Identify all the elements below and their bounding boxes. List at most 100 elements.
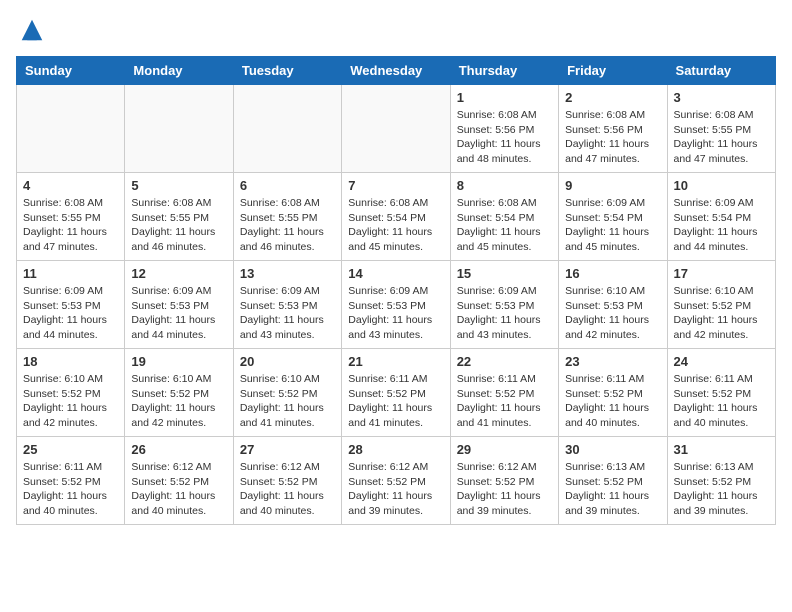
cell-info: Sunrise: 6:11 AMSunset: 5:52 PMDaylight:… [674, 372, 769, 431]
calendar-cell-16: 16Sunrise: 6:10 AMSunset: 5:53 PMDayligh… [559, 261, 667, 349]
calendar-cell-7: 7Sunrise: 6:08 AMSunset: 5:54 PMDaylight… [342, 173, 450, 261]
calendar-week-2: 4 Sunrise: 6:08 AMSunset: 5:55 PMDaylight… [17, 173, 776, 261]
calendar-cell-1: 1 Sunrise: 6:08 AMSunset: 5:56 PMDaylight… [450, 85, 558, 173]
weekday-header-wednesday: Wednesday [342, 57, 450, 85]
calendar-week-1: 1 Sunrise: 6:08 AMSunset: 5:56 PMDaylight… [17, 85, 776, 173]
calendar-week-4: 18 Sunrise: 6:10 AMSunset: 5:52 PMDayligh… [17, 349, 776, 437]
cell-info: Sunrise: 6:10 AMSunset: 5:52 PMDaylight:… [131, 372, 226, 431]
day-number: 23 [565, 354, 660, 369]
calendar-cell-2: 2 Sunrise: 6:08 AMSunset: 5:56 PMDaylight… [559, 85, 667, 173]
calendar-cell-4: 4 Sunrise: 6:08 AMSunset: 5:55 PMDaylight… [17, 173, 125, 261]
day-number: 14 [348, 266, 443, 281]
day-number: 31 [674, 442, 769, 457]
calendar-cell-20: 20 Sunrise: 6:10 AMSunset: 5:52 PMDayligh… [233, 349, 341, 437]
calendar-cell-11: 11 Sunrise: 6:09 AMSunset: 5:53 PMDayligh… [17, 261, 125, 349]
day-number: 4 [23, 178, 118, 193]
calendar-cell-3: 3 Sunrise: 6:08 AMSunset: 5:55 PMDaylight… [667, 85, 775, 173]
cell-info: Sunrise: 6:12 AMSunset: 5:52 PMDaylight:… [131, 460, 226, 519]
cell-info: Sunrise: 6:11 AMSunset: 5:52 PMDaylight:… [348, 372, 443, 431]
calendar-cell-empty-0 [17, 85, 125, 173]
calendar-cell-19: 19 Sunrise: 6:10 AMSunset: 5:52 PMDayligh… [125, 349, 233, 437]
calendar-body: 1 Sunrise: 6:08 AMSunset: 5:56 PMDaylight… [17, 85, 776, 525]
cell-info: Sunrise: 6:12 AMSunset: 5:52 PMDaylight:… [240, 460, 335, 519]
cell-info: Sunrise: 6:11 AMSunset: 5:52 PMDaylight:… [457, 372, 552, 431]
calendar-cell-27: 27 Sunrise: 6:12 AMSunset: 5:52 PMDayligh… [233, 437, 341, 525]
day-number: 26 [131, 442, 226, 457]
day-number: 1 [457, 90, 552, 105]
cell-info: Sunrise: 6:09 AMSunset: 5:53 PMDaylight:… [348, 284, 443, 343]
cell-info: Sunrise: 6:08 AMSunset: 5:55 PMDaylight:… [23, 196, 118, 255]
calendar-cell-22: 22 Sunrise: 6:11 AMSunset: 5:52 PMDayligh… [450, 349, 558, 437]
weekday-header-row: SundayMondayTuesdayWednesdayThursdayFrid… [17, 57, 776, 85]
calendar-cell-30: 30Sunrise: 6:13 AMSunset: 5:52 PMDayligh… [559, 437, 667, 525]
calendar-cell-21: 21Sunrise: 6:11 AMSunset: 5:52 PMDayligh… [342, 349, 450, 437]
day-number: 28 [348, 442, 443, 457]
day-number: 16 [565, 266, 660, 281]
logo [16, 16, 46, 44]
calendar-cell-6: 6 Sunrise: 6:08 AMSunset: 5:55 PMDaylight… [233, 173, 341, 261]
calendar-week-5: 25 Sunrise: 6:11 AMSunset: 5:52 PMDayligh… [17, 437, 776, 525]
cell-info: Sunrise: 6:08 AMSunset: 5:56 PMDaylight:… [457, 108, 552, 167]
day-number: 29 [457, 442, 552, 457]
day-number: 20 [240, 354, 335, 369]
cell-info: Sunrise: 6:08 AMSunset: 5:55 PMDaylight:… [674, 108, 769, 167]
day-number: 22 [457, 354, 552, 369]
calendar-week-3: 11 Sunrise: 6:09 AMSunset: 5:53 PMDayligh… [17, 261, 776, 349]
calendar-cell-14: 14 Sunrise: 6:09 AMSunset: 5:53 PMDayligh… [342, 261, 450, 349]
day-number: 18 [23, 354, 118, 369]
calendar-cell-23: 23 Sunrise: 6:11 AMSunset: 5:52 PMDayligh… [559, 349, 667, 437]
cell-info: Sunrise: 6:11 AMSunset: 5:52 PMDaylight:… [565, 372, 660, 431]
cell-info: Sunrise: 6:10 AMSunset: 5:52 PMDaylight:… [240, 372, 335, 431]
cell-info: Sunrise: 6:12 AMSunset: 5:52 PMDaylight:… [348, 460, 443, 519]
cell-info: Sunrise: 6:08 AMSunset: 5:56 PMDaylight:… [565, 108, 660, 167]
cell-info: Sunrise: 6:08 AMSunset: 5:55 PMDaylight:… [131, 196, 226, 255]
calendar-cell-25: 25 Sunrise: 6:11 AMSunset: 5:52 PMDayligh… [17, 437, 125, 525]
day-number: 5 [131, 178, 226, 193]
day-number: 13 [240, 266, 335, 281]
logo-icon [18, 16, 46, 44]
day-number: 17 [674, 266, 769, 281]
header [16, 16, 776, 44]
calendar-cell-5: 5 Sunrise: 6:08 AMSunset: 5:55 PMDaylight… [125, 173, 233, 261]
weekday-header-thursday: Thursday [450, 57, 558, 85]
day-number: 24 [674, 354, 769, 369]
cell-info: Sunrise: 6:09 AMSunset: 5:54 PMDaylight:… [565, 196, 660, 255]
calendar-cell-empty-1 [125, 85, 233, 173]
day-number: 2 [565, 90, 660, 105]
calendar-table: SundayMondayTuesdayWednesdayThursdayFrid… [16, 56, 776, 525]
cell-info: Sunrise: 6:13 AMSunset: 5:52 PMDaylight:… [674, 460, 769, 519]
calendar-cell-15: 15Sunrise: 6:09 AMSunset: 5:53 PMDayligh… [450, 261, 558, 349]
day-number: 19 [131, 354, 226, 369]
calendar-cell-17: 17Sunrise: 6:10 AMSunset: 5:52 PMDayligh… [667, 261, 775, 349]
weekday-header-saturday: Saturday [667, 57, 775, 85]
calendar-cell-empty-2 [233, 85, 341, 173]
day-number: 15 [457, 266, 552, 281]
day-number: 8 [457, 178, 552, 193]
day-number: 9 [565, 178, 660, 193]
cell-info: Sunrise: 6:09 AMSunset: 5:53 PMDaylight:… [240, 284, 335, 343]
calendar-cell-12: 12Sunrise: 6:09 AMSunset: 5:53 PMDayligh… [125, 261, 233, 349]
cell-info: Sunrise: 6:09 AMSunset: 5:53 PMDaylight:… [131, 284, 226, 343]
day-number: 11 [23, 266, 118, 281]
calendar-cell-18: 18 Sunrise: 6:10 AMSunset: 5:52 PMDayligh… [17, 349, 125, 437]
cell-info: Sunrise: 6:11 AMSunset: 5:52 PMDaylight:… [23, 460, 118, 519]
weekday-header-tuesday: Tuesday [233, 57, 341, 85]
calendar-cell-24: 24 Sunrise: 6:11 AMSunset: 5:52 PMDayligh… [667, 349, 775, 437]
cell-info: Sunrise: 6:12 AMSunset: 5:52 PMDaylight:… [457, 460, 552, 519]
day-number: 7 [348, 178, 443, 193]
cell-info: Sunrise: 6:08 AMSunset: 5:55 PMDaylight:… [240, 196, 335, 255]
day-number: 25 [23, 442, 118, 457]
cell-info: Sunrise: 6:09 AMSunset: 5:53 PMDaylight:… [23, 284, 118, 343]
day-number: 30 [565, 442, 660, 457]
calendar-cell-29: 29 Sunrise: 6:12 AMSunset: 5:52 PMDayligh… [450, 437, 558, 525]
day-number: 6 [240, 178, 335, 193]
calendar-cell-empty-3 [342, 85, 450, 173]
day-number: 3 [674, 90, 769, 105]
cell-info: Sunrise: 6:10 AMSunset: 5:52 PMDaylight:… [23, 372, 118, 431]
calendar-cell-13: 13 Sunrise: 6:09 AMSunset: 5:53 PMDayligh… [233, 261, 341, 349]
weekday-header-monday: Monday [125, 57, 233, 85]
calendar-cell-31: 31 Sunrise: 6:13 AMSunset: 5:52 PMDayligh… [667, 437, 775, 525]
calendar-cell-8: 8Sunrise: 6:08 AMSunset: 5:54 PMDaylight… [450, 173, 558, 261]
calendar-cell-28: 28 Sunrise: 6:12 AMSunset: 5:52 PMDayligh… [342, 437, 450, 525]
day-number: 27 [240, 442, 335, 457]
